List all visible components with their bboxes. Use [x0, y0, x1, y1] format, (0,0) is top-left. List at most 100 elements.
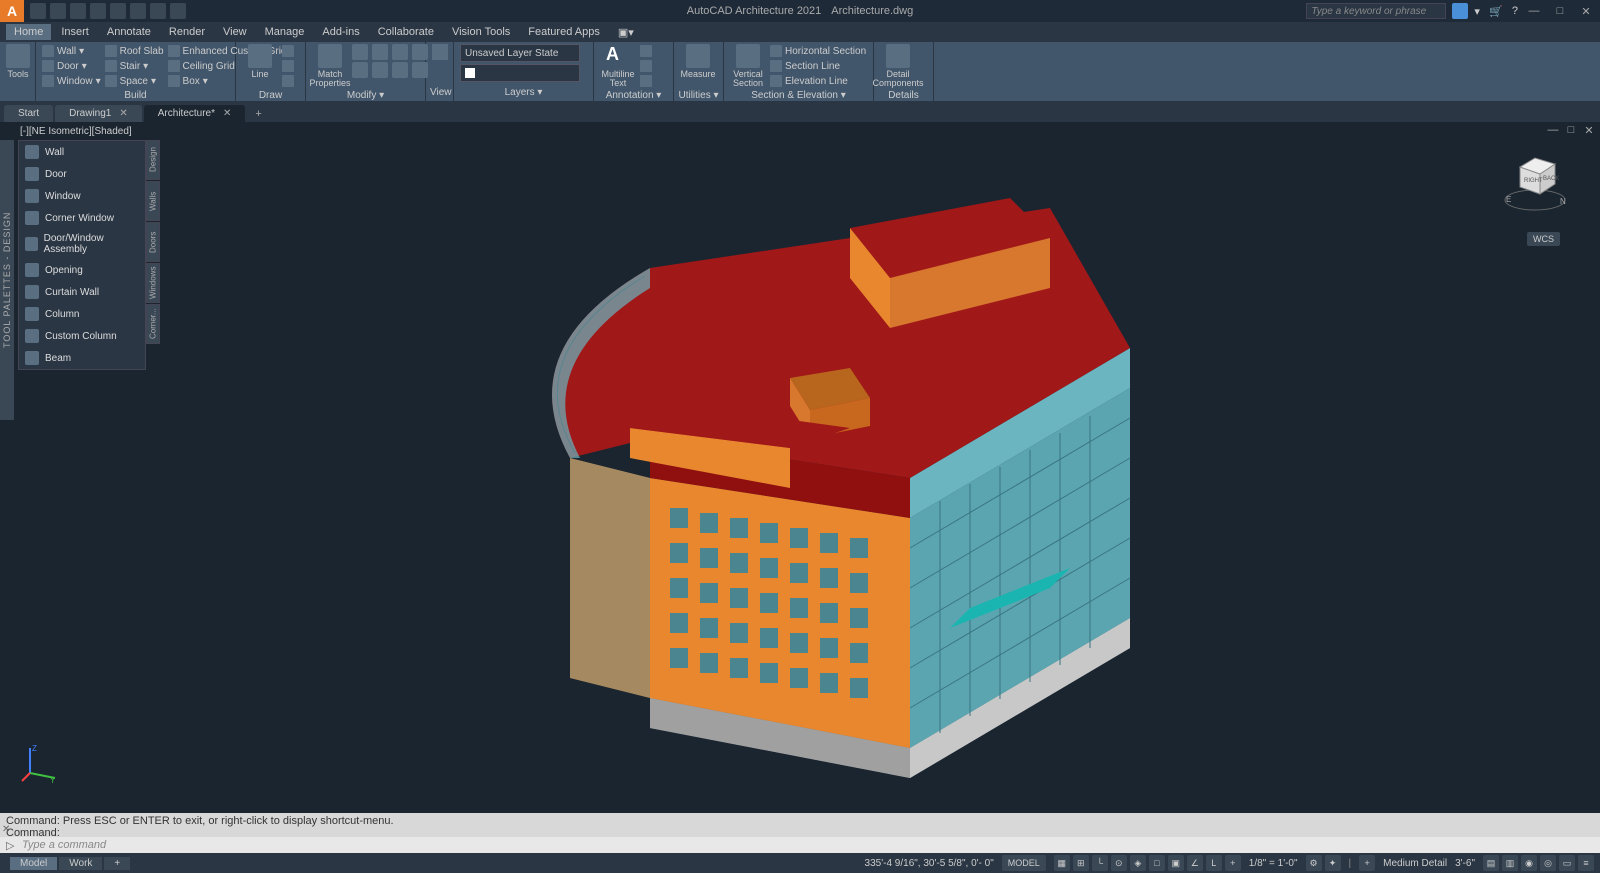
clean-screen-icon[interactable]: ▭	[1559, 855, 1575, 871]
circle-icon[interactable]	[282, 59, 294, 73]
wcs-badge[interactable]: WCS	[1527, 232, 1560, 246]
file-tab-drawing1[interactable]: Drawing1✕	[55, 105, 142, 122]
cart-icon[interactable]: 🛒	[1486, 5, 1506, 18]
ucs-icon[interactable]: Z Y	[20, 743, 60, 783]
fillet-icon[interactable]	[392, 62, 408, 78]
replace-z-icon[interactable]: ▤	[1483, 855, 1499, 871]
cut-height-readout[interactable]: 3'-6"	[1455, 858, 1475, 869]
minimize-button[interactable]: —	[1524, 5, 1544, 17]
layout-tab-add[interactable]: +	[104, 857, 130, 870]
layout-tab-model[interactable]: Model	[10, 857, 57, 870]
drawing-viewport[interactable]: [-][NE Isometric][Shaded] — □ ✕ TOOL PAL…	[0, 122, 1600, 813]
tab-annotate[interactable]: Annotate	[99, 24, 159, 40]
exchange-icon[interactable]: ▾	[1474, 5, 1480, 18]
tab-collaborate[interactable]: Collaborate	[370, 24, 442, 40]
file-tab-architecture[interactable]: Architecture*✕	[144, 105, 246, 122]
qat-plot-icon[interactable]	[110, 3, 126, 19]
user-account-icon[interactable]	[1452, 3, 1468, 19]
layer-dropdown[interactable]	[460, 64, 580, 82]
arc-icon[interactable]	[282, 74, 294, 88]
view-icon[interactable]	[432, 44, 448, 60]
move-icon[interactable]	[352, 44, 368, 60]
dimension-icon[interactable]	[640, 44, 652, 58]
command-input[interactable]: ▷ Type a command	[0, 837, 1600, 853]
close-button[interactable]: ✕	[1576, 5, 1596, 18]
grid-display-icon[interactable]: ▦	[1054, 855, 1070, 871]
viewcube[interactable]: RIGHT BACK N E	[1500, 152, 1570, 222]
detail-level-readout[interactable]: Medium Detail	[1383, 858, 1447, 869]
tools-button[interactable]: Tools	[6, 44, 30, 88]
dynamic-ucs-icon[interactable]: L	[1206, 855, 1222, 871]
multiline-text-button[interactable]: AMultiline Text	[600, 44, 636, 88]
qat-undo-icon[interactable]	[130, 3, 146, 19]
measure-button[interactable]: Measure	[680, 44, 716, 88]
cut-plane-add-icon[interactable]: +	[1359, 855, 1375, 871]
close-icon[interactable]: ✕	[119, 108, 127, 119]
customization-icon[interactable]: ≡	[1578, 855, 1594, 871]
qat-save-icon[interactable]	[70, 3, 86, 19]
tab-manage[interactable]: Manage	[257, 24, 313, 40]
leader-icon[interactable]	[640, 59, 652, 73]
qat-new-icon[interactable]	[30, 3, 46, 19]
qat-open-icon[interactable]	[50, 3, 66, 19]
vertical-section-button[interactable]: Vertical Section	[730, 44, 766, 88]
door-button[interactable]: Door ▾	[42, 59, 101, 73]
otrack-icon[interactable]: ∠	[1187, 855, 1203, 871]
match-properties-button[interactable]: Match Properties	[312, 44, 348, 88]
copy-icon[interactable]	[352, 62, 368, 78]
cmdline-close-icon[interactable]: ✕	[2, 824, 10, 835]
file-tab-start[interactable]: Start	[4, 105, 53, 122]
sectionline-button[interactable]: Section Line	[770, 59, 866, 73]
3d-model[interactable]	[0, 122, 1600, 813]
table-icon[interactable]	[640, 74, 652, 88]
tab-insert[interactable]: Insert	[53, 24, 97, 40]
layer-state-dropdown[interactable]: Unsaved Layer State	[460, 44, 580, 62]
hardware-accel-icon[interactable]: ◉	[1521, 855, 1537, 871]
app-logo[interactable]: A	[0, 0, 24, 22]
isolate-icon[interactable]: ◎	[1540, 855, 1556, 871]
panel-utilities-title[interactable]: Utilities ▾	[674, 90, 723, 101]
dynamic-input-icon[interactable]: +	[1225, 855, 1241, 871]
layer-key-icon[interactable]: ▥	[1502, 855, 1518, 871]
close-icon[interactable]: ✕	[223, 108, 231, 119]
snap-mode-icon[interactable]: ⊞	[1073, 855, 1089, 871]
qat-saveas-icon[interactable]	[90, 3, 106, 19]
annotation-scale-icon[interactable]: ⚙	[1306, 855, 1322, 871]
mirror-icon[interactable]	[372, 62, 388, 78]
help-icon[interactable]: ?	[1512, 5, 1518, 17]
hsection-button[interactable]: Horizontal Section	[770, 44, 866, 58]
tab-vision-tools[interactable]: Vision Tools	[444, 24, 518, 40]
stair-button[interactable]: Stair ▾	[105, 59, 164, 73]
scale-readout[interactable]: 1/8" = 1'-0"	[1249, 858, 1298, 869]
ortho-icon[interactable]: └	[1092, 855, 1108, 871]
maximize-button[interactable]: □	[1550, 5, 1570, 17]
add-tab-button[interactable]: +	[247, 106, 269, 122]
line-button[interactable]: Line	[242, 44, 278, 88]
roofslab-button[interactable]: Roof Slab	[105, 44, 164, 58]
3dosnap-icon[interactable]: ▣	[1168, 855, 1184, 871]
rotate-icon[interactable]	[372, 44, 388, 60]
tab-home[interactable]: Home	[6, 24, 51, 40]
space-button[interactable]: Space ▾	[105, 74, 164, 88]
qat-redo-icon[interactable]	[150, 3, 166, 19]
tab-expand-icon[interactable]: ▣▾	[610, 24, 642, 41]
polyline-icon[interactable]	[282, 44, 294, 58]
tab-featured-apps[interactable]: Featured Apps	[520, 24, 608, 40]
layout-tab-work[interactable]: Work	[59, 857, 102, 870]
tab-view[interactable]: View	[215, 24, 255, 40]
workspace-icon[interactable]: ✦	[1325, 855, 1341, 871]
osnap-icon[interactable]: □	[1149, 855, 1165, 871]
tab-render[interactable]: Render	[161, 24, 213, 40]
model-space-button[interactable]: MODEL	[1002, 855, 1046, 871]
wall-button[interactable]: Wall ▾	[42, 44, 101, 58]
polar-icon[interactable]: ⊙	[1111, 855, 1127, 871]
panel-modify-title[interactable]: Modify ▾	[306, 90, 425, 101]
window-button[interactable]: Window ▾	[42, 74, 101, 88]
tab-addins[interactable]: Add-ins	[314, 24, 367, 40]
panel-layers-title[interactable]: Layers ▾	[454, 87, 593, 101]
qat-share-icon[interactable]	[170, 3, 186, 19]
help-search-input[interactable]: Type a keyword or phrase	[1306, 3, 1446, 19]
isoplane-icon[interactable]: ◈	[1130, 855, 1146, 871]
panel-annotation-title[interactable]: Annotation ▾	[594, 90, 673, 101]
elevationline-button[interactable]: Elevation Line	[770, 74, 866, 88]
